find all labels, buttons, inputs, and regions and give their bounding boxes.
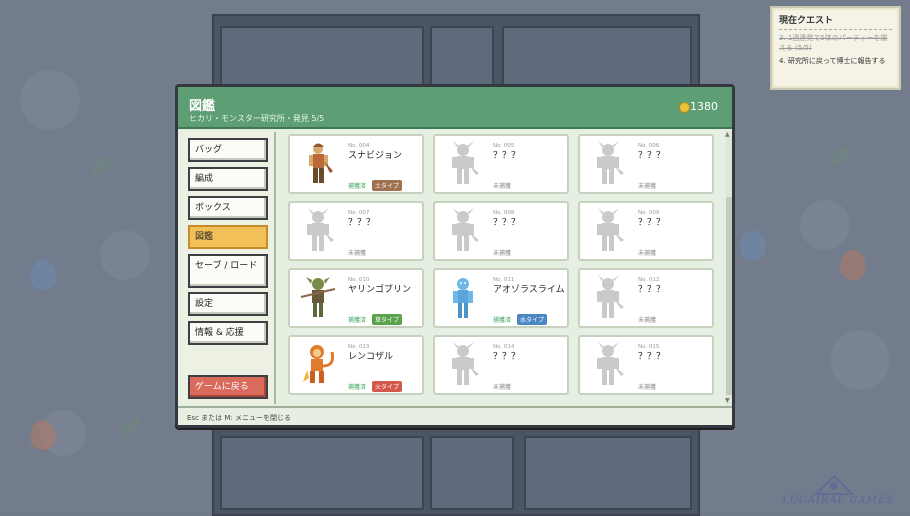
monster-name: ？？？ — [348, 218, 376, 228]
dex-scrollbar[interactable]: ▲ ▼ — [725, 131, 733, 405]
monster-name: ？？？ — [493, 218, 521, 228]
capture-status: 未捕獲 — [348, 250, 367, 257]
dex-entry-card[interactable]: No. 007 ？？？ 未捕獲 — [288, 201, 424, 261]
quest-panel-title: 現在クエスト — [779, 13, 892, 30]
capture-status: 未捕獲 — [493, 183, 512, 190]
money-amount: 1380 — [690, 100, 718, 113]
dex-number: No. 012 — [638, 277, 660, 283]
unknown-silhouette-icon — [589, 208, 627, 254]
monster-name: ？？？ — [638, 218, 666, 228]
capture-status: 捕獲済 — [348, 384, 367, 391]
dex-number: No. 007 — [348, 210, 370, 216]
capture-status: 未捕獲 — [638, 317, 657, 324]
menu-item-settings[interactable]: 設定 — [188, 292, 268, 316]
monster-name: ？？？ — [493, 352, 521, 362]
menu-item-box[interactable]: ボックス — [188, 196, 268, 220]
monster-sprite-icon — [299, 342, 337, 388]
type-badge: 水タイプ — [517, 314, 548, 325]
capture-status: 捕獲済 — [493, 317, 512, 324]
capture-status: 未捕獲 — [493, 250, 512, 257]
menu-sidebar: バッグ 編成 ボックス 図鑑 セーブ / ロード 設定 情報 & 応援 ゲームに… — [182, 132, 276, 404]
monster-sprite-icon — [444, 275, 482, 321]
window-title: 図鑑 — [189, 99, 216, 114]
monster-name: ？？？ — [493, 151, 521, 161]
unknown-silhouette-icon — [299, 208, 337, 254]
monster-name: ？？？ — [638, 352, 666, 362]
type-badge: 土タイプ — [372, 180, 403, 191]
dex-entry-card[interactable]: No. 008 ？？？ 未捕獲 — [433, 201, 569, 261]
dex-number: No. 009 — [638, 210, 660, 216]
capture-status: 未捕獲 — [493, 384, 512, 391]
dex-entry-card[interactable]: No. 010 ヤリンゴブリン 捕獲済 草タイプ — [288, 268, 424, 328]
dex-entry-card[interactable]: No. 005 ？？？ 未捕獲 — [433, 134, 569, 194]
monster-sprite-icon — [299, 141, 337, 187]
unknown-silhouette-icon — [444, 342, 482, 388]
monster-dex-grid: No. 004 スナビジョン 捕獲済 土タイプ No. 005？？？ 未捕獲 No. 006… — [280, 131, 730, 405]
type-badge: 火タイプ — [372, 381, 403, 392]
dex-entry-card[interactable]: No. 009 ？？？ 未捕獲 — [578, 201, 714, 261]
quest-item-active: 4. 研究所に戻って博士に報告する — [779, 57, 886, 65]
dex-entry-card[interactable]: No. 011 アオゾラスライム 捕獲済 水タイプ — [433, 268, 569, 328]
return-to-game-button[interactable]: ゲームに戻る — [188, 375, 268, 399]
capture-status: 未捕獲 — [638, 183, 657, 190]
capture-status: 未捕獲 — [638, 384, 657, 391]
type-badge: 草タイプ — [372, 314, 403, 325]
dex-number: No. 015 — [638, 344, 660, 350]
menu-item-bag[interactable]: バッグ — [188, 138, 268, 162]
dex-number: No. 008 — [493, 210, 515, 216]
dex-number: No. 006 — [638, 143, 660, 149]
dex-entry-card[interactable]: No. 013 レンコザル捕獲済 火タイプ — [288, 335, 424, 395]
key-hint-footer: Esc または M: メニューを閉じる — [178, 406, 732, 425]
unknown-silhouette-icon — [589, 141, 627, 187]
dex-number: No. 011 — [493, 277, 515, 283]
dex-number: No. 005 — [493, 143, 515, 149]
scroll-up-arrow-icon[interactable]: ▲ — [725, 131, 733, 139]
dex-entry-card[interactable]: No. 014 ？？？ 未捕獲 — [433, 335, 569, 395]
monster-name: ？？？ — [638, 151, 666, 161]
menu-item-pokedex[interactable]: 図鑑 — [188, 225, 268, 249]
dex-number: No. 010 — [348, 277, 370, 283]
dex-entry-card[interactable]: No. 006 ？？？ 未捕獲 — [578, 134, 714, 194]
monster-name: アオゾラスライム — [493, 285, 565, 295]
dex-number: No. 004 — [348, 143, 370, 149]
quest-item-completed: 3. 1週連発で5体のパーティーを揃える (5/5) — [779, 34, 888, 52]
unknown-silhouette-icon — [444, 141, 482, 187]
dex-entry-card[interactable]: No. 012 ？？？ 未捕獲 — [578, 268, 714, 328]
capture-status: 捕獲済 — [348, 183, 367, 190]
studio-logo: LUCAIRAL GAMES — [782, 474, 894, 506]
menu-item-party[interactable]: 編成 — [188, 167, 268, 191]
capture-status: 未捕獲 — [638, 250, 657, 257]
coin-icon — [679, 102, 690, 113]
monster-name: ヤリンゴブリン — [348, 285, 412, 295]
menu-item-save-load[interactable]: セーブ / ロード — [188, 254, 268, 288]
scroll-down-arrow-icon[interactable]: ▼ — [725, 397, 733, 405]
unknown-silhouette-icon — [589, 342, 627, 388]
window-header: 図鑑 ヒカリ・モンスター研究所・発見 5/5 1380 — [178, 87, 732, 129]
monster-sprite-icon — [299, 275, 337, 321]
unknown-silhouette-icon — [589, 275, 627, 321]
scroll-thumb[interactable] — [726, 197, 732, 395]
menu-window: 図鑑 ヒカリ・モンスター研究所・発見 5/5 1380 バッグ 編成 ボックス … — [175, 84, 735, 428]
monster-name: スナビジョン — [348, 151, 403, 161]
window-subtitle: ヒカリ・モンスター研究所・発見 5/5 — [189, 114, 325, 123]
dex-number: No. 014 — [493, 344, 515, 350]
menu-item-info-support[interactable]: 情報 & 応援 — [188, 321, 268, 345]
dex-entry-card[interactable]: No. 015 ？？？ 未捕獲 — [578, 335, 714, 395]
monster-name: レンコザル — [348, 352, 394, 362]
current-quest-panel: 現在クエスト 3. 1週連発で5体のパーティーを揃える (5/5) 4. 研究所… — [770, 6, 901, 90]
monster-name: ？？？ — [638, 285, 666, 295]
dex-entry-card[interactable]: No. 004 スナビジョン 捕獲済 土タイプ — [288, 134, 424, 194]
capture-status: 捕獲済 — [348, 317, 367, 324]
dex-number: No. 013 — [348, 344, 370, 350]
unknown-silhouette-icon — [444, 208, 482, 254]
